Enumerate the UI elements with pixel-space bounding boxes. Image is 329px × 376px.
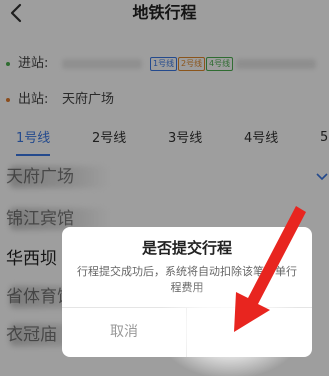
arrow-icon	[234, 206, 306, 332]
